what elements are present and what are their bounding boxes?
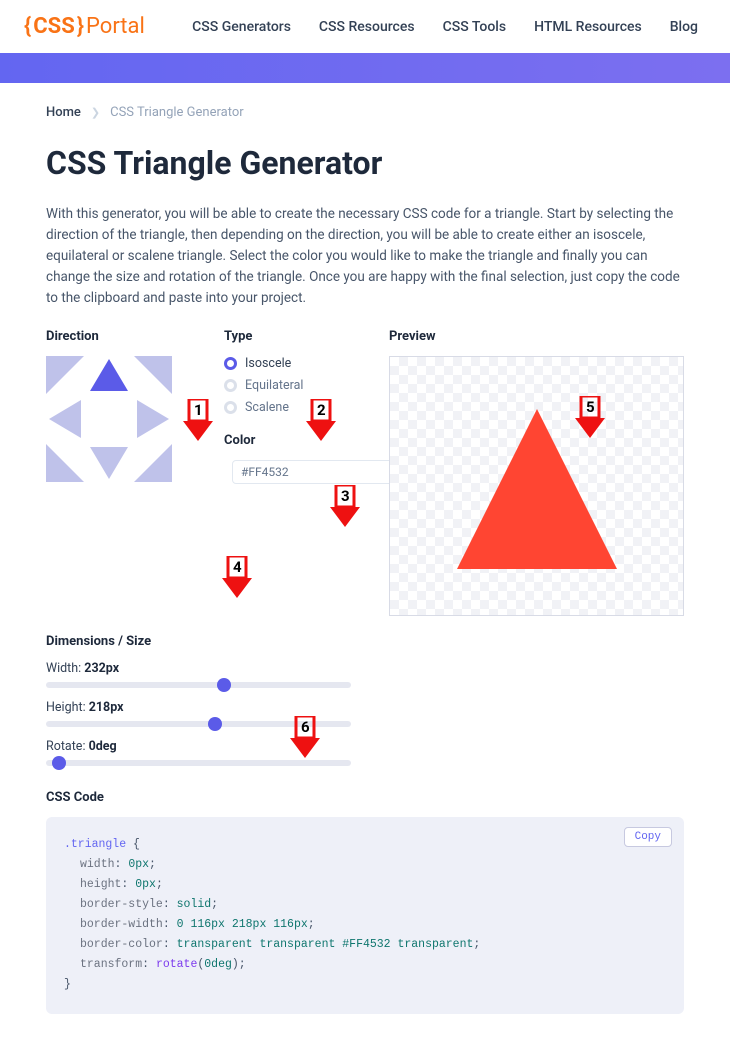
- radio-dot-icon: [224, 379, 237, 392]
- header: {CSS}Portal CSS Generators CSS Resources…: [0, 0, 730, 53]
- width-label: Width: 232px: [46, 661, 351, 676]
- direction-bottom-left[interactable]: [46, 444, 84, 482]
- dimensions-section: Dimensions / Size Width: 232px Height: 2…: [46, 634, 351, 766]
- main-nav: CSS Generators CSS Resources CSS Tools H…: [192, 19, 698, 35]
- direction-top-right[interactable]: [134, 356, 172, 394]
- code-line: border-style: solid;: [64, 895, 666, 915]
- color-label: Color: [224, 433, 369, 448]
- type-radio-list: Isoscele Equilateral Scalene: [224, 356, 369, 415]
- direction-grid: [46, 356, 204, 482]
- nav-html-resources[interactable]: HTML Resources: [534, 19, 642, 35]
- direction-bottom[interactable]: [90, 444, 128, 482]
- width-slider[interactable]: [46, 682, 351, 688]
- banner-stripe: [0, 53, 730, 83]
- type-label: Type: [224, 329, 369, 344]
- code-line: transform: rotate(0deg);: [64, 955, 666, 975]
- color-row: [224, 460, 369, 484]
- slider-thumb[interactable]: [52, 756, 66, 770]
- code-section: CSS Code Copy .triangle { width: 0px; he…: [46, 790, 684, 1014]
- type-radio-scalene[interactable]: Scalene: [224, 400, 369, 415]
- rotate-control: Rotate: 0deg: [46, 739, 351, 766]
- height-control: Height: 218px: [46, 700, 351, 727]
- breadcrumb-home[interactable]: Home: [46, 105, 81, 120]
- nav-css-tools[interactable]: CSS Tools: [443, 19, 507, 35]
- controls-row: Direction Type Isoscele: [46, 329, 684, 616]
- breadcrumb-current: CSS Triangle Generator: [110, 105, 244, 120]
- type-option-label: Equilateral: [245, 378, 303, 393]
- nav-blog[interactable]: Blog: [670, 19, 698, 35]
- direction-section: Direction: [46, 329, 204, 616]
- direction-left[interactable]: [46, 400, 84, 438]
- preview-label: Preview: [389, 329, 684, 344]
- type-radio-equilateral[interactable]: Equilateral: [224, 378, 369, 393]
- direction-top[interactable]: [90, 356, 128, 394]
- rotate-label: Rotate: 0deg: [46, 739, 351, 754]
- type-color-section: Type Isoscele Equilateral Scalene Color: [224, 329, 369, 616]
- type-option-label: Isoscele: [245, 356, 291, 371]
- code-line: height: 0px;: [64, 875, 666, 895]
- code-line: }: [64, 975, 666, 995]
- code-label: CSS Code: [46, 790, 684, 805]
- direction-top-left[interactable]: [46, 356, 84, 394]
- code-line: .triangle {: [64, 835, 666, 855]
- slider-thumb[interactable]: [208, 717, 222, 731]
- color-input[interactable]: [232, 460, 406, 484]
- intro-text: With this generator, you will be able to…: [46, 204, 684, 309]
- code-line: width: 0px;: [64, 855, 666, 875]
- height-label: Height: 218px: [46, 700, 351, 715]
- breadcrumb: Home ❯ CSS Triangle Generator: [46, 105, 684, 120]
- preview-triangle: [457, 409, 617, 569]
- preview-canvas: [389, 356, 684, 616]
- slider-thumb[interactable]: [217, 678, 231, 692]
- page-container: Home ❯ CSS Triangle Generator CSS Triang…: [0, 83, 730, 1054]
- direction-label: Direction: [46, 329, 204, 344]
- code-line: border-color: transparent transparent #F…: [64, 935, 666, 955]
- chevron-right-icon: ❯: [91, 106, 100, 119]
- radio-dot-icon: [224, 357, 237, 370]
- height-slider[interactable]: [46, 721, 351, 727]
- copy-button[interactable]: Copy: [624, 827, 672, 847]
- direction-center-empty: [90, 400, 128, 438]
- logo-text-portal: Portal: [86, 14, 145, 39]
- radio-dot-icon: [224, 401, 237, 414]
- dimensions-label: Dimensions / Size: [46, 634, 351, 649]
- preview-section: Preview: [389, 329, 684, 616]
- logo-brace-close: }: [77, 14, 84, 39]
- logo[interactable]: {CSS}Portal: [24, 14, 145, 39]
- direction-right[interactable]: [134, 400, 172, 438]
- code-box: Copy .triangle { width: 0px; height: 0px…: [46, 817, 684, 1014]
- type-radio-isoscele[interactable]: Isoscele: [224, 356, 369, 371]
- nav-css-resources[interactable]: CSS Resources: [319, 19, 415, 35]
- direction-bottom-right[interactable]: [134, 444, 172, 482]
- code-line: border-width: 0 116px 218px 116px;: [64, 915, 666, 935]
- width-control: Width: 232px: [46, 661, 351, 688]
- nav-css-generators[interactable]: CSS Generators: [192, 19, 291, 35]
- logo-text-css: CSS: [33, 14, 75, 39]
- page-title: CSS Triangle Generator: [46, 144, 684, 182]
- rotate-slider[interactable]: [46, 760, 351, 766]
- logo-brace-open: {: [24, 14, 31, 39]
- type-option-label: Scalene: [245, 400, 289, 415]
